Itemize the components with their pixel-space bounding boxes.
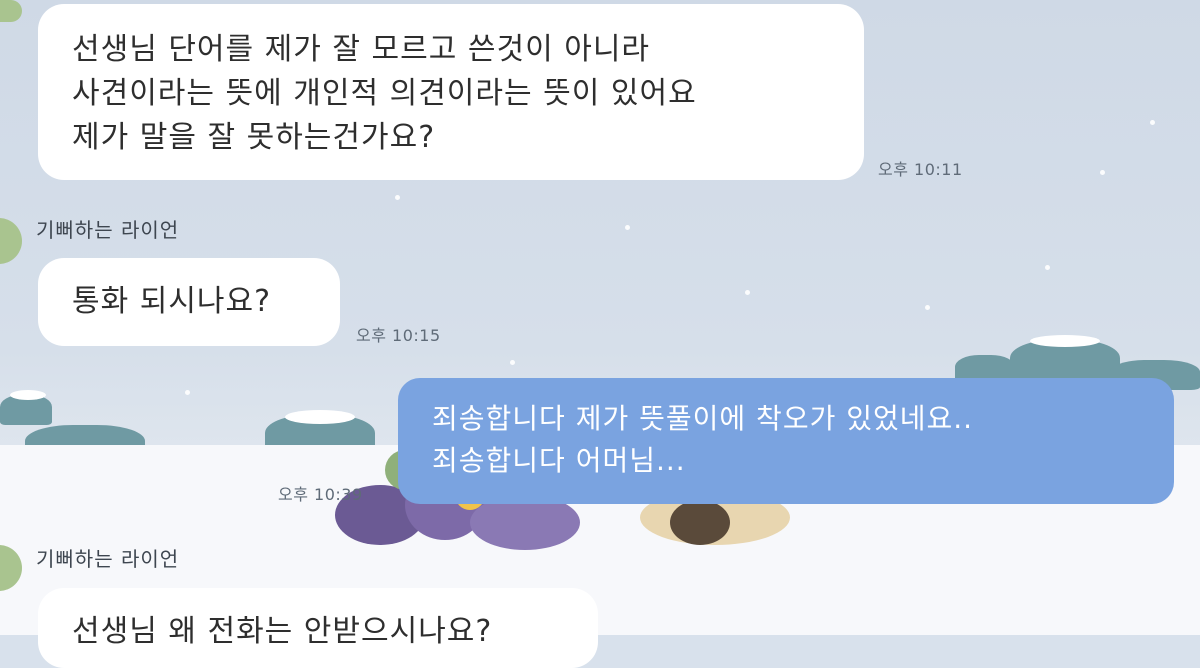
message-bubble-incoming[interactable]: 통화 되시나요?: [38, 258, 340, 346]
message-bubble-incoming[interactable]: 선생님 단어를 제가 잘 모르고 쓴것이 아니라 사견이라는 뜻에 개인적 의견…: [38, 4, 864, 180]
snowflake: [625, 225, 630, 230]
snowflake: [1150, 120, 1155, 125]
sender-name[interactable]: 기뻐하는 라이언: [36, 543, 179, 572]
message-line: 사견이라는 뜻에 개인적 의견이라는 뜻이 있어요: [72, 76, 697, 111]
avatar[interactable]: [0, 0, 22, 22]
message-timestamp: 오후 10:11: [878, 160, 963, 179]
snowflake: [185, 390, 190, 395]
message-line: 선생님 단어를 제가 잘 모르고 쓴것이 아니라: [72, 32, 651, 67]
snowflake: [925, 305, 930, 310]
snow-cap: [285, 410, 355, 424]
message-line: 선생님 왜 전화는 안받으시나요?: [72, 614, 493, 649]
message-line: 통화 되시나요?: [72, 284, 272, 319]
character-detail: [670, 500, 730, 545]
message-timestamp: 오후 10:15: [356, 326, 441, 345]
snow-cap: [10, 390, 46, 400]
snowflake: [1100, 170, 1105, 175]
message-line: 죄송합니다 제가 뜻풀이에 착오가 있었네요..: [432, 402, 974, 435]
message-timestamp: 오후 10:39: [278, 485, 363, 504]
snowflake: [395, 195, 400, 200]
message-bubble-incoming[interactable]: 선생님 왜 전화는 안받으시나요?: [38, 588, 598, 668]
snow-cap: [1030, 335, 1100, 347]
sender-name[interactable]: 기뻐하는 라이언: [36, 214, 179, 243]
snowflake: [510, 360, 515, 365]
snowflake: [745, 290, 750, 295]
message-line: 죄송합니다 어머님...: [432, 444, 686, 477]
message-line: 제가 말을 잘 못하는건가요?: [72, 120, 436, 155]
snowflake: [1045, 265, 1050, 270]
message-bubble-outgoing[interactable]: 죄송합니다 제가 뜻풀이에 착오가 있었네요.. 죄송합니다 어머님...: [398, 378, 1174, 504]
